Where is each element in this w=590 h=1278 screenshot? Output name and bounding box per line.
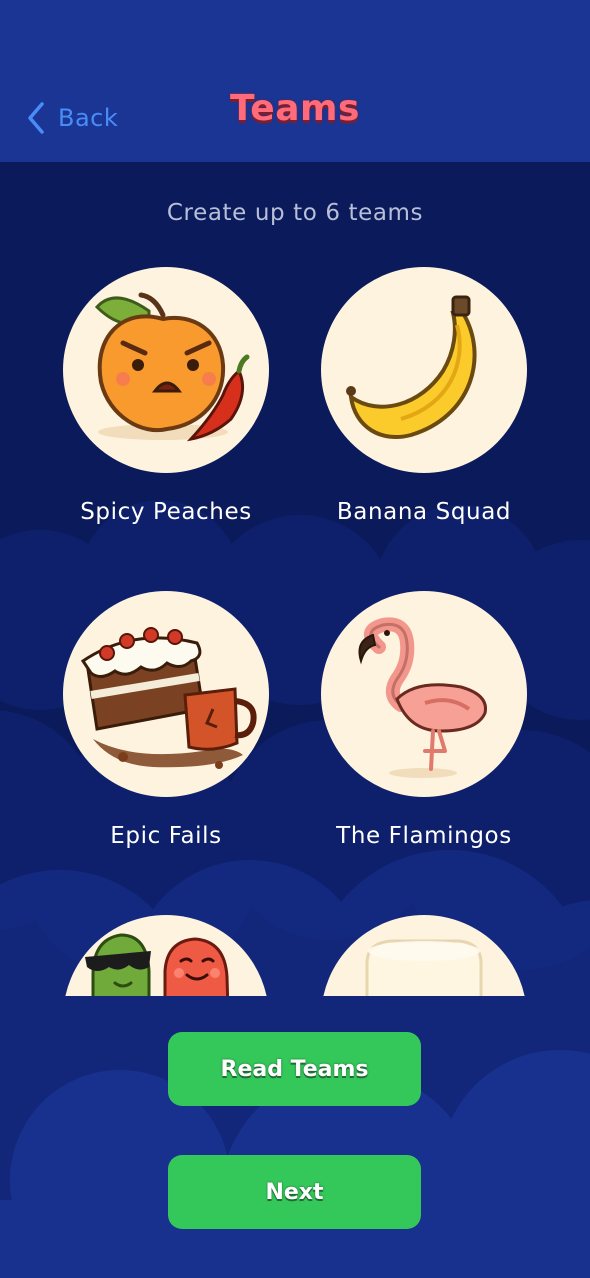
team-name: The Flamingos — [336, 823, 512, 849]
team-avatar — [321, 267, 527, 473]
team-avatar — [321, 915, 527, 996]
team-card[interactable]: Epic Fails — [51, 591, 281, 849]
team-avatar — [63, 591, 269, 797]
teams-screen: Back Teams Create up to 6 teams Spicy Pe… — [0, 0, 590, 1278]
fallen-cake-and-mug-icon — [80, 627, 257, 769]
team-name: Spicy Peaches — [80, 499, 252, 525]
team-card[interactable]: The Flamingos — [309, 591, 539, 849]
team-name: Epic Fails — [110, 823, 222, 849]
team-card[interactable] — [51, 915, 281, 996]
subtitle: Create up to 6 teams — [166, 200, 424, 226]
team-card[interactable]: Banana Squad — [309, 267, 539, 525]
team-card[interactable]: Spicy Peaches — [51, 267, 281, 525]
marshmallow-icon — [365, 939, 483, 996]
flamingo-icon — [358, 617, 487, 778]
read-teams-button[interactable]: Read Teams — [168, 1032, 421, 1106]
cool-beans-icon — [85, 933, 230, 996]
team-avatar — [321, 591, 527, 797]
team-avatar — [63, 267, 269, 473]
team-name: Banana Squad — [336, 499, 512, 525]
team-card[interactable] — [309, 915, 539, 996]
team-grid: Spicy Peaches Banana Squad Epic Fails Th… — [0, 262, 590, 996]
angry-peach-with-chili-icon — [94, 292, 250, 442]
next-button[interactable]: Next — [168, 1155, 421, 1229]
top-bar: Back Teams — [0, 0, 590, 162]
team-avatar — [63, 915, 269, 996]
page-title: Teams — [230, 88, 360, 129]
banana-icon — [346, 295, 477, 439]
